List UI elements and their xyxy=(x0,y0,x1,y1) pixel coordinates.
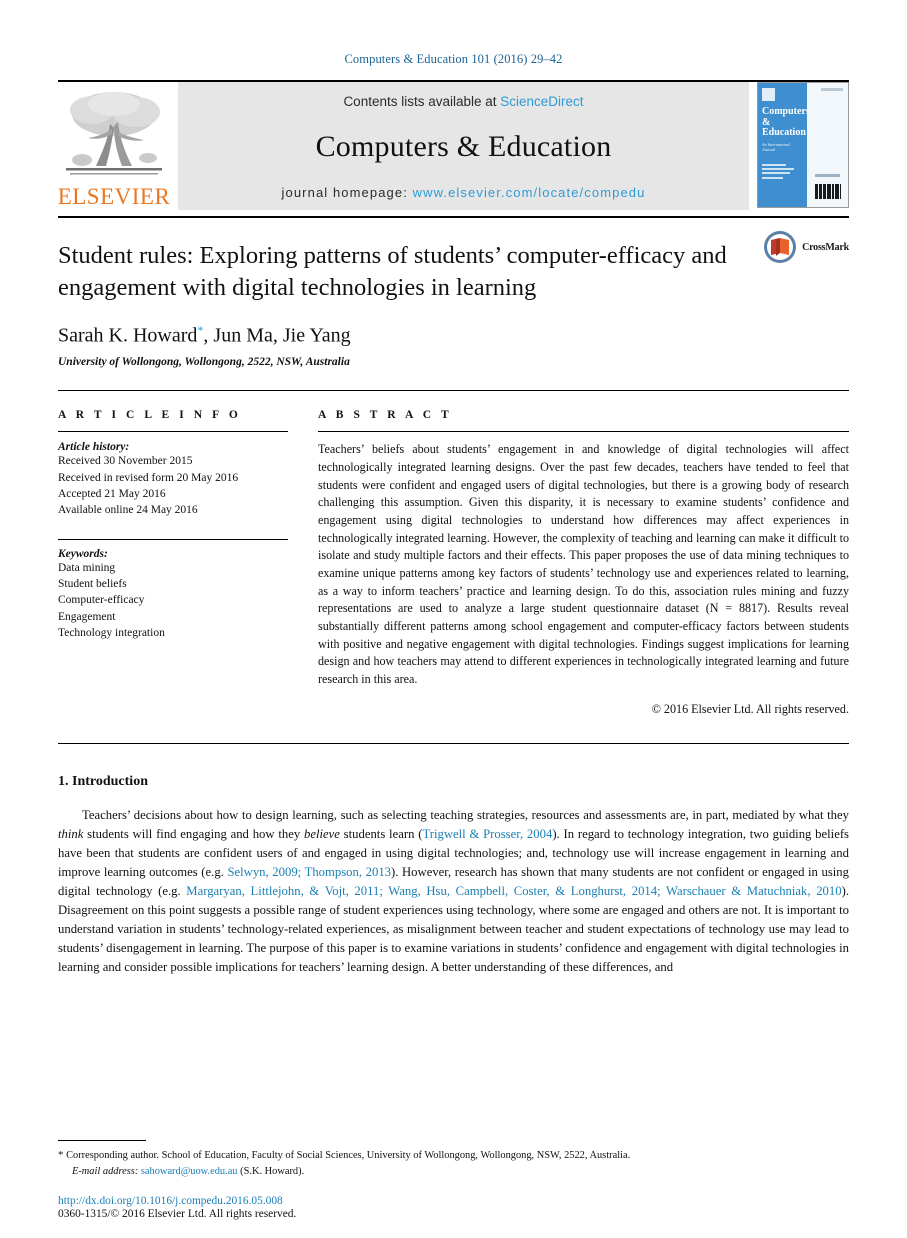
intro-text-c: students learn ( xyxy=(339,826,423,841)
email-label: E-mail address: xyxy=(72,1165,139,1177)
cover-divider xyxy=(814,174,840,177)
list-item: Available online 24 May 2016 xyxy=(58,504,198,517)
page-title: Student rules: Exploring patterns of stu… xyxy=(58,242,727,301)
journal-homepage-link[interactable]: www.elsevier.com/locate/compedu xyxy=(413,185,646,200)
list-item: Engagement xyxy=(58,610,116,623)
footnote-area: * Corresponding author. School of Educat… xyxy=(58,1139,849,1220)
keywords-list: Data mining Student beliefs Computer-eff… xyxy=(58,560,288,642)
intro-em-believe: believe xyxy=(303,826,340,841)
issn-copyright-line: 0360-1315/© 2016 Elsevier Ltd. All right… xyxy=(58,1208,297,1220)
author-rest: , Jun Ma, Jie Yang xyxy=(203,324,351,347)
article-history-label: Article history: xyxy=(58,441,130,454)
title-block: CrossMark Student rules: Exploring patte… xyxy=(58,218,849,368)
intro-text-a: Teachers’ decisions about how to design … xyxy=(82,807,849,822)
article-history-list: Received 30 November 2015 Received in re… xyxy=(58,453,288,518)
running-head: Computers & Education 101 (2016) 29–42 xyxy=(344,52,563,66)
article-info-column: A R T I C L E I N F O Article history: R… xyxy=(58,409,306,716)
list-item: Computer-efficacy xyxy=(58,594,145,607)
cover-title-line1: Computers xyxy=(762,106,810,117)
intro-em-think: think xyxy=(58,826,84,841)
cover-barcode-icon xyxy=(814,184,841,199)
masthead-center: Contents lists available at ScienceDirec… xyxy=(178,82,749,210)
journal-homepage-line: journal homepage: www.elsevier.com/locat… xyxy=(282,185,646,200)
crossmark-label: CrossMark xyxy=(802,241,849,253)
author-primary: Sarah K. Howard xyxy=(58,324,198,347)
abstract-heading: A B S T R A C T xyxy=(318,409,453,422)
cover-publisher-badge-icon xyxy=(762,88,775,101)
cover-issue-code xyxy=(820,88,843,91)
paper-page: Computers & Education 101 (2016) 29–42 E… xyxy=(0,0,907,1238)
cover-right-panel xyxy=(806,83,848,207)
info-abstract-row: A R T I C L E I N F O Article history: R… xyxy=(58,391,849,716)
cover-title-line2: Education xyxy=(762,127,806,138)
crossmark-icon xyxy=(764,231,797,263)
keywords-rule xyxy=(58,538,288,540)
abstract-text: Teachers’ beliefs about students’ engage… xyxy=(318,442,849,686)
citation-link[interactable]: Selwyn, 2009; Thompson, 2013 xyxy=(227,865,391,879)
cover-left-panel: Computers & Education An International J… xyxy=(758,83,810,207)
affiliation: University of Wollongong, Wollongong, 25… xyxy=(58,356,350,369)
abstract-rule xyxy=(318,431,849,433)
corresponding-author-note: * Corresponding author. School of Educat… xyxy=(58,1148,849,1164)
abstract-copyright: © 2016 Elsevier Ltd. All rights reserved… xyxy=(651,701,849,716)
list-item: Received 30 November 2015 xyxy=(58,455,193,468)
elsevier-logo: ELSEVIER xyxy=(58,82,170,210)
homepage-prefix: journal homepage: xyxy=(281,185,413,200)
abstract-column: A B S T R A C T Teachers’ beliefs about … xyxy=(306,409,849,716)
cover-subtitle: An International Journal xyxy=(762,141,790,152)
section-heading-introduction: 1. Introduction xyxy=(58,773,148,789)
citation-link[interactable]: Trigwell & Prosser, 2004 xyxy=(422,827,552,841)
intro-paragraph: Teachers’ decisions about how to design … xyxy=(58,806,849,977)
footnote-rule xyxy=(58,1139,146,1141)
email-suffix: (S.K. Howard). xyxy=(237,1165,305,1177)
elsevier-tree-icon xyxy=(62,88,166,184)
journal-masthead: ELSEVIER Contents lists available at Sci… xyxy=(58,80,849,210)
body-top-rule xyxy=(58,742,849,744)
contents-available-line: Contents lists available at ScienceDirec… xyxy=(343,94,583,109)
intro-text-b: students will find engaging and how they xyxy=(83,826,304,841)
list-item: Accepted 21 May 2016 xyxy=(58,488,166,500)
journal-cover-thumbnail[interactable]: Computers & Education An International J… xyxy=(757,82,849,208)
journal-title: Computers & Education xyxy=(315,130,612,163)
author-list: Sarah K. Howard*, Jun Ma, Jie Yang xyxy=(58,323,849,348)
article-info-heading: A R T I C L E I N F O xyxy=(58,409,242,422)
crossmark-badge[interactable]: CrossMark xyxy=(763,230,849,264)
cover-editor-lines xyxy=(762,163,803,179)
list-item: Technology integration xyxy=(58,626,165,639)
list-item: Student beliefs xyxy=(58,577,127,590)
email-link[interactable]: sahoward@uow.edu.au xyxy=(141,1166,238,1177)
citation-link[interactable]: Margaryan, Littlejohn, & Vojt, 2011; Wan… xyxy=(186,884,841,898)
elsevier-wordmark: ELSEVIER xyxy=(57,184,171,209)
list-item: Received in revised form 20 May 2016 xyxy=(58,471,239,484)
sciencedirect-link[interactable]: ScienceDirect xyxy=(500,94,583,109)
corresponding-author-text: Corresponding author. School of Educatio… xyxy=(63,1149,631,1161)
article-info-rule xyxy=(58,431,288,433)
keywords-block: Keywords: Data mining Student beliefs Co… xyxy=(58,538,288,642)
keywords-label: Keywords: xyxy=(58,547,108,560)
contents-prefix: Contents lists available at xyxy=(343,94,501,109)
list-item: Data mining xyxy=(58,561,116,574)
doi-link[interactable]: http://dx.doi.org/10.1016/j.compedu.2016… xyxy=(58,1195,849,1207)
email-note: E-mail address: sahoward@uow.edu.au (S.K… xyxy=(58,1164,849,1179)
